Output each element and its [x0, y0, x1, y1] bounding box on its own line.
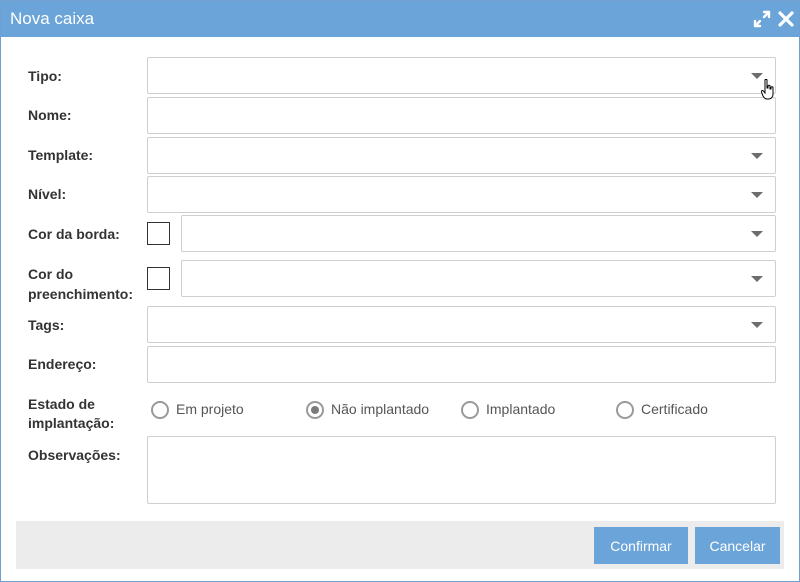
- radio-label: Certificado: [641, 401, 708, 417]
- tipo-label: Tipo:: [28, 68, 62, 84]
- template-select[interactable]: [147, 137, 776, 174]
- dialog-footer: Confirmar Cancelar: [16, 521, 784, 569]
- radio-circle: [151, 401, 169, 419]
- nivel-label: Nível:: [28, 186, 67, 202]
- observacoes-textarea[interactable]: [147, 436, 776, 504]
- tipo-select[interactable]: [147, 57, 776, 94]
- radio-circle: [616, 401, 634, 419]
- new-box-dialog: Nova caixa Tipo: Nome: Template: Nível:: [0, 0, 800, 582]
- estado-label-line2: implantação:: [28, 415, 115, 431]
- confirm-button[interactable]: Confirmar: [594, 527, 688, 564]
- chevron-down-icon: [751, 321, 763, 328]
- border-color-swatch[interactable]: [147, 222, 170, 245]
- cancel-button[interactable]: Cancelar: [695, 527, 780, 564]
- cor-borda-label: Cor da borda:: [28, 226, 120, 242]
- chevron-down-icon: [751, 230, 763, 237]
- endereco-label: Endereço:: [28, 356, 97, 372]
- expand-icon[interactable]: [753, 10, 771, 28]
- cor-borda-select[interactable]: [181, 215, 776, 252]
- chevron-down-icon: [751, 72, 763, 79]
- cor-preenchimento-label-line1: Cor do: [28, 266, 74, 282]
- fill-color-swatch[interactable]: [147, 267, 170, 290]
- nivel-select[interactable]: [147, 176, 776, 213]
- chevron-down-icon: [751, 152, 763, 159]
- chevron-down-icon: [751, 275, 763, 282]
- cor-preenchimento-label-line2: preenchimento:: [28, 286, 134, 302]
- observacoes-label: Observações:: [28, 447, 121, 463]
- endereco-input[interactable]: [147, 346, 776, 383]
- estado-label-line1: Estado de: [28, 396, 95, 412]
- close-icon[interactable]: [777, 10, 795, 28]
- template-label: Template:: [28, 147, 94, 163]
- radio-label: Implantado: [486, 401, 556, 417]
- radio-label: Não implantado: [331, 401, 430, 417]
- radio-circle: [461, 401, 479, 419]
- hand-cursor-icon: [760, 78, 775, 101]
- tags-select[interactable]: [147, 306, 776, 343]
- nome-input[interactable]: [147, 97, 776, 134]
- radio-circle: [306, 401, 324, 419]
- nome-label: Nome:: [28, 107, 72, 123]
- dialog-titlebar[interactable]: Nova caixa: [1, 1, 799, 37]
- tags-label: Tags:: [28, 317, 65, 333]
- dialog-title: Nova caixa: [10, 9, 95, 28]
- cor-preenchimento-select[interactable]: [181, 260, 776, 297]
- chevron-down-icon: [751, 191, 763, 198]
- radio-label: Em projeto: [176, 401, 244, 417]
- radio-selected-dot: [311, 406, 319, 414]
